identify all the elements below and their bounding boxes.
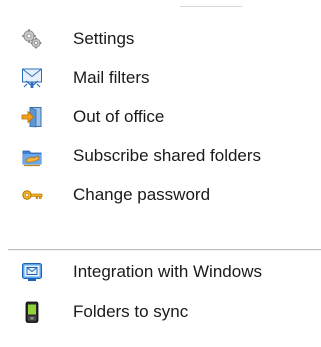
gears-icon xyxy=(21,28,43,50)
menu-item-label: Out of office xyxy=(73,107,165,126)
menu-item-mail-filters[interactable]: Mail filters xyxy=(0,56,321,100)
menu-item-label: Folders to sync xyxy=(73,302,189,321)
menu-item-folders-to-sync[interactable]: Folders to sync xyxy=(0,290,321,334)
windows-integration-icon xyxy=(21,261,43,283)
menu-item-settings[interactable]: Settings xyxy=(0,17,321,61)
menu-item-label: Subscribe shared folders xyxy=(73,146,262,165)
mobile-device-icon xyxy=(21,301,43,323)
menu-item-label: Settings xyxy=(73,29,135,48)
menu-item-integration-with-windows[interactable]: Integration with Windows xyxy=(0,250,321,294)
tools-menu: Settings Mail filters Out of office Subs… xyxy=(0,0,321,347)
mail-filter-icon xyxy=(21,67,43,89)
key-icon xyxy=(21,184,43,206)
menu-item-label: Mail filters xyxy=(73,68,150,87)
menu-item-label: Integration with Windows xyxy=(73,262,262,281)
out-of-office-icon xyxy=(21,106,43,128)
menu-top-edge xyxy=(180,6,242,7)
menu-item-change-password[interactable]: Change password xyxy=(0,173,321,217)
shared-folder-icon xyxy=(21,145,43,167)
menu-item-subscribe-shared-folders[interactable]: Subscribe shared folders xyxy=(0,134,321,178)
menu-item-label: Change password xyxy=(73,185,211,204)
menu-item-out-of-office[interactable]: Out of office xyxy=(0,95,321,139)
